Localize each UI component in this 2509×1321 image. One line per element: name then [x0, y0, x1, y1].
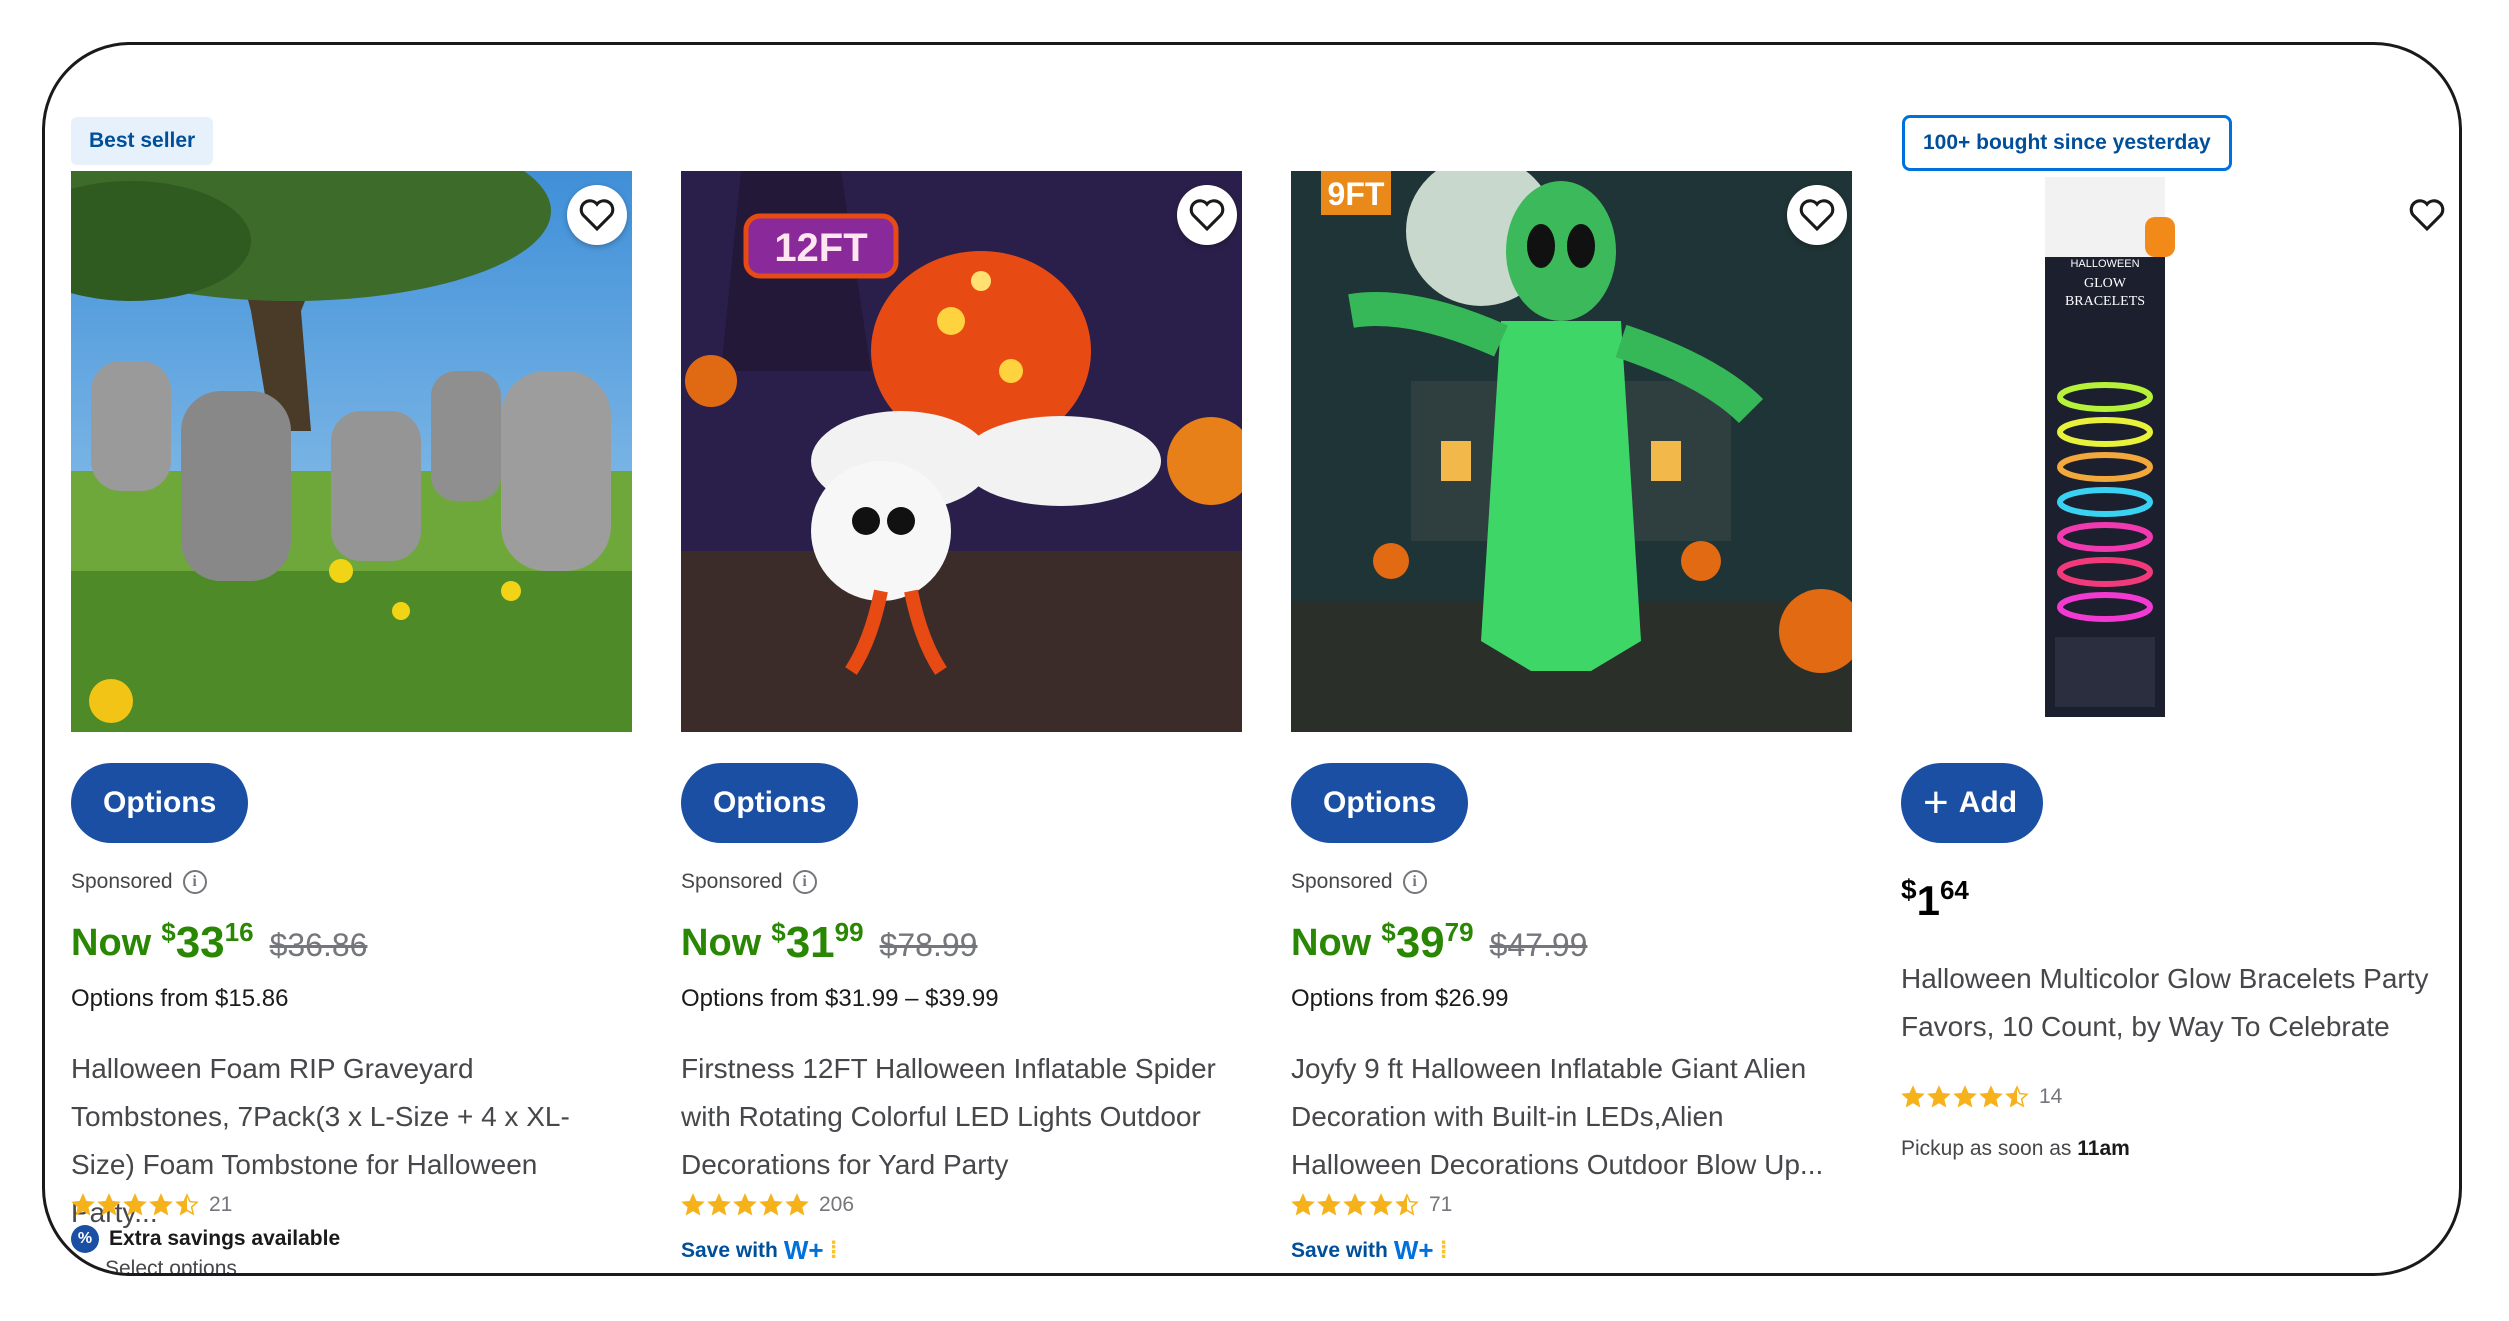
review-count: 206	[819, 1193, 855, 1216]
select-options-text: Select options	[105, 1257, 237, 1276]
options-button[interactable]: Options	[681, 763, 859, 843]
product-carousel-frame: Best seller Options Sponsored i Now $ 33…	[42, 42, 2462, 1276]
save-with-walmart-plus[interactable]: Save with W+ ⁞	[1291, 1235, 1448, 1266]
star-icon	[1927, 1085, 1951, 1108]
favorite-heart-icon[interactable]	[1787, 185, 1847, 245]
spark-icon: ⁞	[1439, 1236, 1448, 1264]
star-icon	[1291, 1193, 1315, 1216]
product-image-alien[interactable]: 9FT	[1291, 171, 1852, 732]
info-icon[interactable]: i	[1402, 870, 1427, 894]
favorite-heart-icon[interactable]	[2397, 185, 2457, 245]
bought-since-yesterday-badge: 100+ bought since yesterday	[1902, 115, 2232, 171]
review-count: 21	[209, 1193, 233, 1216]
favorite-heart-icon[interactable]	[1177, 185, 1237, 245]
best-seller-badge: Best seller	[71, 117, 214, 165]
was-price: $36.86	[269, 927, 368, 963]
options-from-text: Options from $26.99	[1291, 985, 1509, 1012]
options-button[interactable]: Options	[1291, 763, 1469, 843]
info-icon[interactable]: i	[182, 870, 207, 894]
star-icon	[785, 1193, 809, 1216]
star-rating-icon	[71, 1193, 199, 1217]
product-image-spider[interactable]: 12FT	[681, 171, 1242, 732]
star-icon	[71, 1193, 95, 1216]
review-count: 71	[1429, 1193, 1453, 1216]
divider	[1265, 1273, 1765, 1276]
product-title-link[interactable]: Firstness 12FT Halloween Inflatable Spid…	[681, 1045, 1236, 1189]
was-price: $47.99	[1489, 927, 1588, 963]
star-rating-icon	[1901, 1085, 2029, 1109]
options-from-text: Options from $31.99 – $39.99	[681, 985, 999, 1012]
star-icon	[681, 1193, 705, 1216]
star-icon	[1979, 1085, 2003, 1108]
star-icon	[759, 1193, 783, 1216]
price: Now $ 39 79 $47.99	[1291, 917, 1587, 973]
pickup-info: Pickup as soon as 11am	[1901, 1137, 2130, 1160]
star-icon	[97, 1193, 121, 1216]
sponsored-label: Sponsored i	[1291, 870, 1427, 894]
star-icon	[175, 1193, 199, 1216]
svg-text:HALLOWEEN: HALLOWEEN	[2070, 258, 2139, 270]
walmart-plus-icon: W+	[783, 1235, 824, 1265]
sponsored-label: Sponsored i	[71, 870, 207, 894]
product-image-glow-bracelets[interactable]: HALLOWEEN GLOW BRACELETS	[2035, 177, 2175, 717]
options-button[interactable]: Options	[71, 763, 249, 843]
product-card-inflatable-alien[interactable]: 9FT Options Sponsored i Now $ 39 79 $47.…	[1265, 45, 1852, 1273]
product-title-link[interactable]: Joyfy 9 ft Halloween Inflatable Giant Al…	[1291, 1045, 1846, 1189]
star-icon	[1369, 1193, 1393, 1216]
rating: 21	[71, 1193, 232, 1217]
svg-text:BRACELETS: BRACELETS	[2065, 294, 2145, 309]
star-icon	[1395, 1193, 1419, 1216]
was-price: $78.99	[879, 927, 978, 963]
rating: 14	[1901, 1085, 2062, 1109]
product-card-inflatable-spider[interactable]: 12FT Options Sponsored i Now $ 31 99 $78…	[655, 45, 1242, 1273]
product-image-tombstones[interactable]	[71, 171, 632, 732]
star-rating-icon	[681, 1193, 809, 1217]
size-label: 12FT	[774, 226, 867, 270]
star-icon	[1953, 1085, 1977, 1108]
savings-tag-icon: %	[71, 1225, 99, 1253]
price: Now $ 31 99 $78.99	[681, 917, 977, 973]
star-rating-icon	[1291, 1193, 1419, 1217]
product-title-link[interactable]: Halloween Multicolor Glow Bracelets Part…	[1901, 955, 2456, 1051]
price: $ 1 64	[1901, 874, 1969, 925]
star-icon	[1901, 1085, 1925, 1108]
rating: 71	[1291, 1193, 1452, 1217]
save-with-walmart-plus[interactable]: Save with W+ ⁞	[681, 1235, 838, 1266]
star-icon	[1317, 1193, 1341, 1216]
star-icon	[2005, 1085, 2029, 1108]
favorite-heart-icon[interactable]	[567, 185, 627, 245]
divider	[325, 1273, 525, 1276]
divider	[1875, 1273, 2375, 1276]
options-from-text: Options from $15.86	[71, 985, 289, 1012]
price: Now $ 33 16 $36.86	[71, 917, 367, 973]
sponsored-label: Sponsored i	[681, 870, 817, 894]
walmart-plus-icon: W+	[1393, 1235, 1434, 1265]
review-count: 14	[2039, 1085, 2063, 1108]
svg-text:GLOW: GLOW	[2084, 276, 2127, 291]
plus-icon: +	[1923, 778, 1949, 827]
star-icon	[733, 1193, 757, 1216]
info-icon[interactable]: i	[792, 870, 817, 894]
star-icon	[123, 1193, 147, 1216]
star-icon	[1343, 1193, 1367, 1216]
rating: 206	[681, 1193, 854, 1217]
star-icon	[707, 1193, 731, 1216]
size-label: 9FT	[1328, 176, 1385, 212]
product-card-glow-bracelets[interactable]: 100+ bought since yesterday HALLOWEEN GL…	[1875, 45, 2445, 1273]
product-card-graveyard-tombstones[interactable]: Best seller Options Sponsored i Now $ 33…	[45, 45, 632, 1276]
star-icon	[149, 1193, 173, 1216]
extra-savings[interactable]: % Extra savings available	[71, 1225, 340, 1253]
add-to-cart-button[interactable]: + Add	[1901, 763, 2044, 843]
spark-icon: ⁞	[829, 1236, 838, 1264]
